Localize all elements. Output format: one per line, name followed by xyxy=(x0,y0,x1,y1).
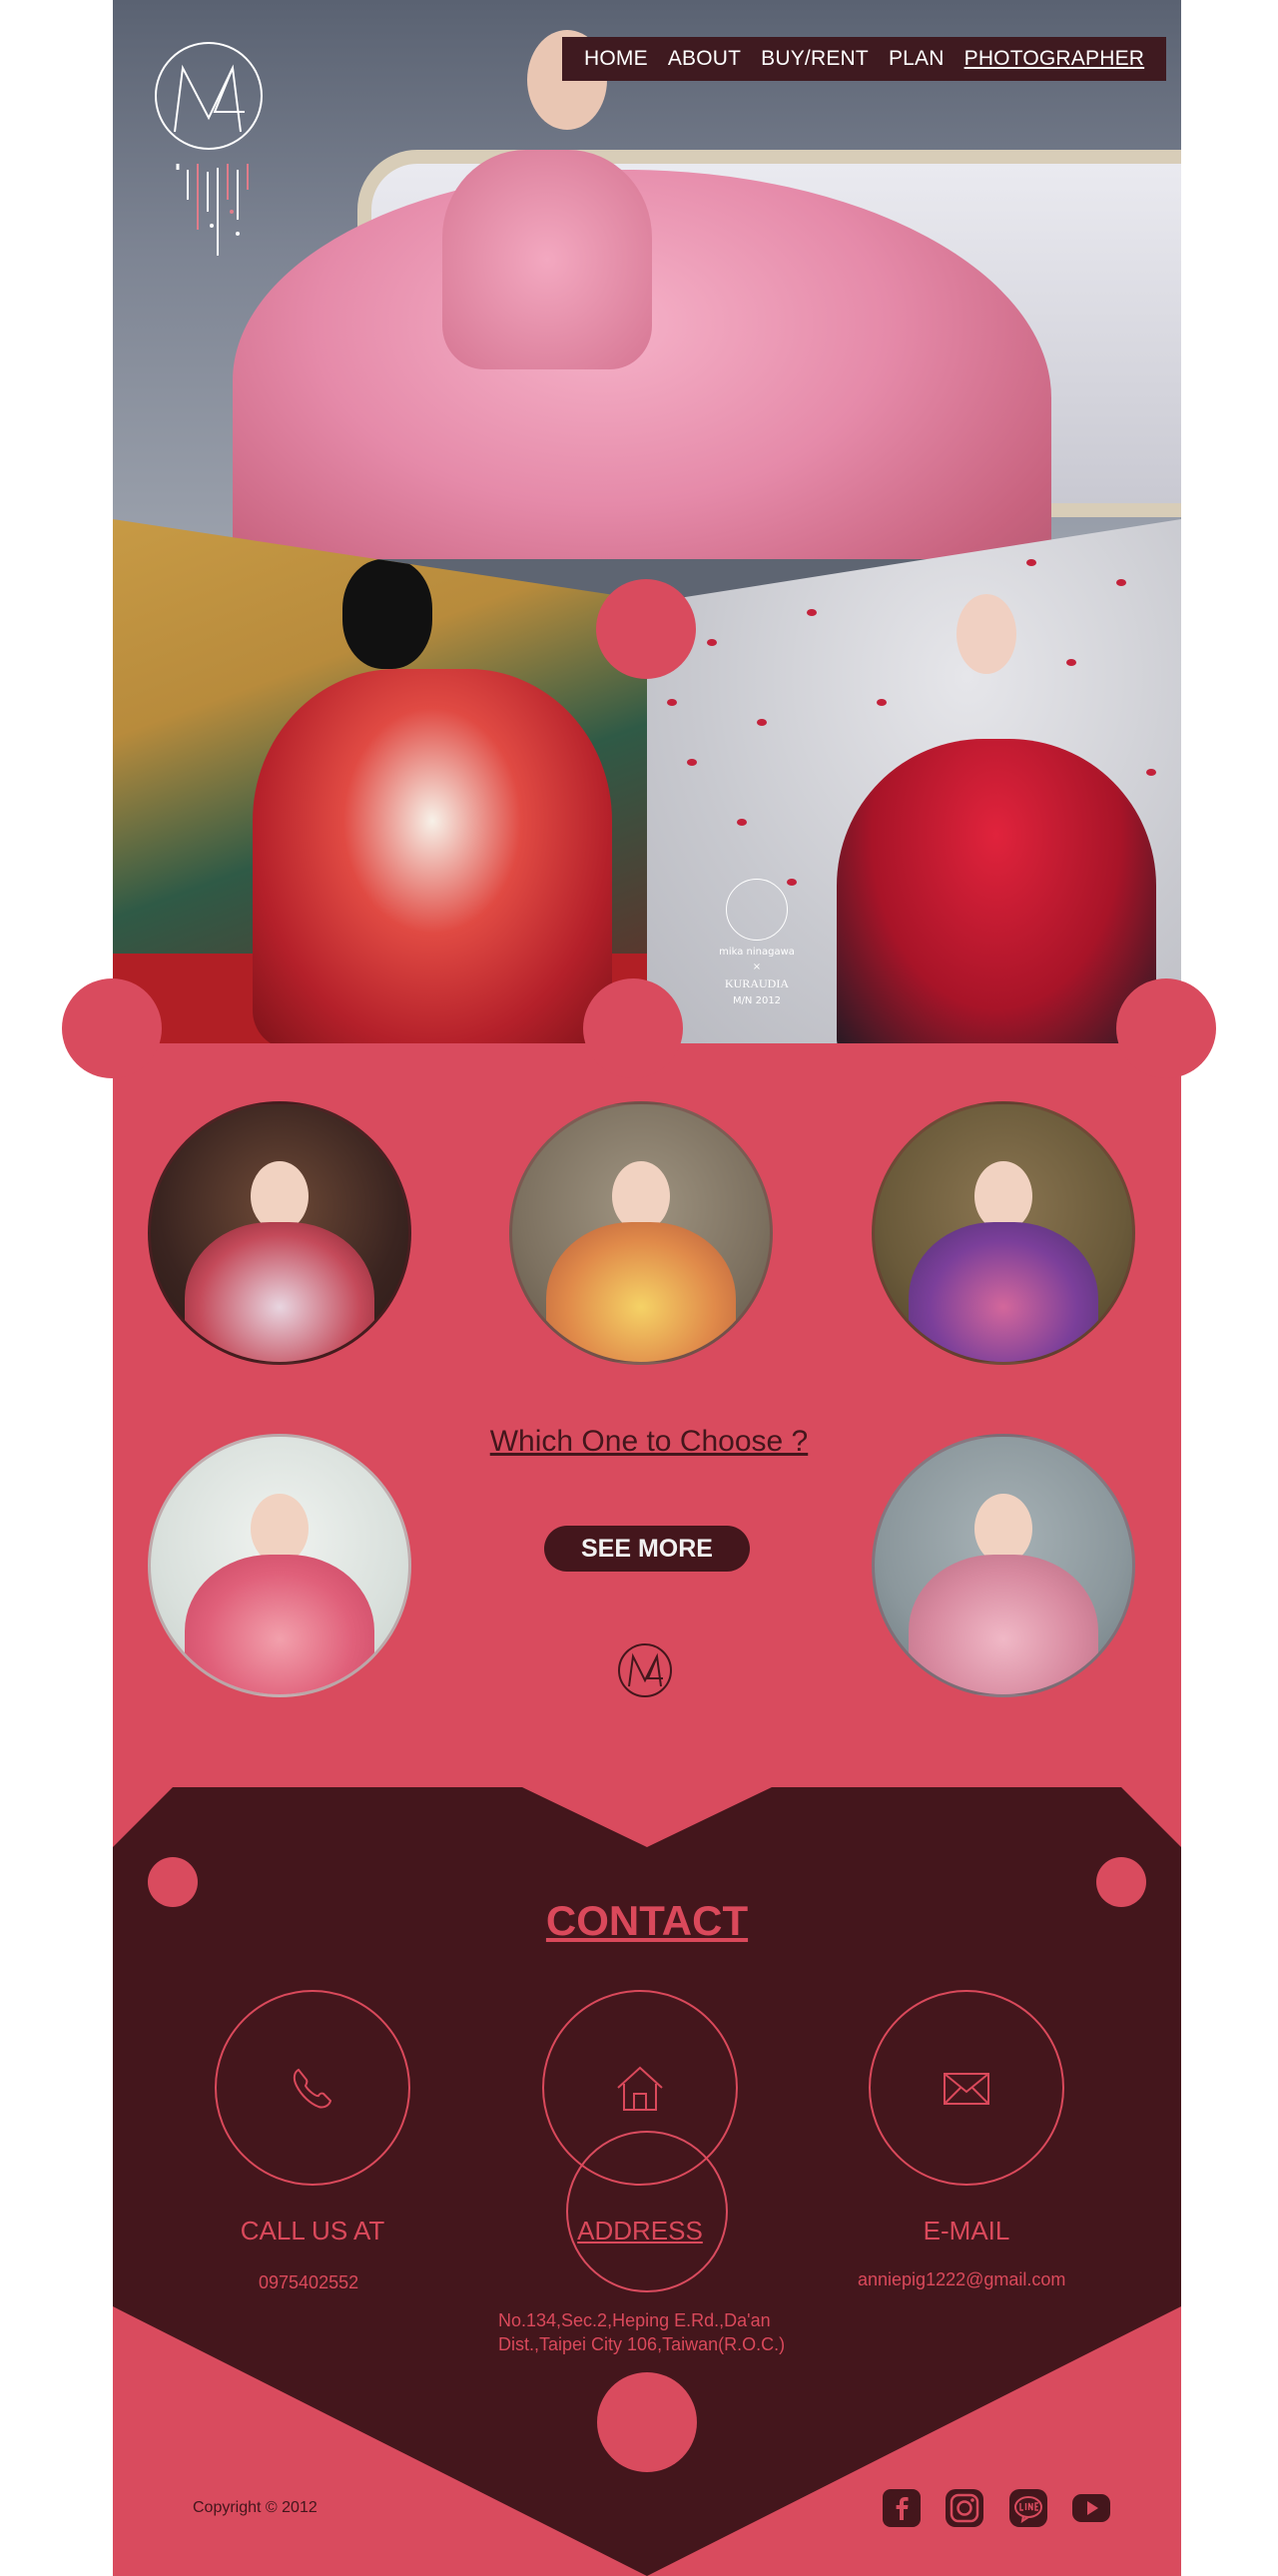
address-label: ADDRESS xyxy=(577,2216,703,2246)
address-line-2: Dist.,Taipei City 106,Taiwan(R.O.C.) xyxy=(498,2334,786,2354)
phone-icon xyxy=(293,2068,332,2109)
top-nav: HOME ABOUT BUY/RENT PLAN PHOTOGRAPHER xyxy=(562,37,1167,81)
center-bump-decoration xyxy=(583,978,683,1078)
brand-ring-logo xyxy=(726,879,788,941)
line-app-icon xyxy=(1009,2489,1047,2527)
right-ear-decoration xyxy=(1116,978,1216,1078)
phone-circle[interactable] xyxy=(215,1990,410,2186)
phone-value[interactable]: 0975402552 xyxy=(259,2272,358,2293)
instagram-link[interactable] xyxy=(945,2488,984,2528)
brand-times: × xyxy=(752,962,762,972)
address-circle[interactable] xyxy=(542,1990,738,2186)
contact-title: CONTACT xyxy=(545,1897,749,1944)
youtube-link[interactable] xyxy=(1071,2488,1111,2528)
hero-photo-kimono xyxy=(113,519,667,1043)
brand-name: mika ninagawa xyxy=(719,947,795,958)
gallery-title: Which One to Choose ? xyxy=(489,1425,809,1458)
nav-item-plan[interactable]: PLAN xyxy=(879,47,955,71)
nav-item-home[interactable]: HOME xyxy=(574,47,658,71)
brand-mini-logo xyxy=(618,1643,672,1697)
logo-drips-decoration xyxy=(176,164,249,256)
brand-overlay: mika ninagawa × KURAUDIA M/N 2012 xyxy=(712,879,802,1006)
email-value[interactable]: anniepig1222@gmail.com xyxy=(858,2269,1065,2290)
copyright: Copyright © 2012 xyxy=(193,2499,318,2516)
phone-label: CALL US AT xyxy=(240,2216,385,2246)
brand-line: M/N 2012 xyxy=(732,995,782,1006)
left-ear-decoration xyxy=(62,978,162,1078)
instagram-icon xyxy=(946,2489,983,2527)
gallery-portrait-3[interactable] xyxy=(872,1101,1135,1365)
nav-item-buy-rent[interactable]: BUY/RENT xyxy=(751,47,879,71)
youtube-icon xyxy=(1072,2494,1110,2522)
gallery-portrait-2[interactable] xyxy=(509,1101,773,1365)
hero-collage: mika ninagawa × KURAUDIA M/N 2012 HOME A… xyxy=(113,0,1181,1043)
facebook-link[interactable] xyxy=(882,2488,922,2528)
page: mika ninagawa × KURAUDIA M/N 2012 HOME A… xyxy=(113,0,1181,2576)
nav-item-about[interactable]: ABOUT xyxy=(658,47,751,71)
email-circle[interactable] xyxy=(869,1990,1064,2186)
facebook-icon xyxy=(883,2489,921,2527)
email-label: E-MAIL xyxy=(923,2216,1010,2246)
envelope-icon xyxy=(944,2073,989,2105)
hero-photo-pink-gown xyxy=(113,0,1181,559)
nav-item-photographer[interactable]: PHOTOGRAPHER xyxy=(955,47,1155,71)
address-line-1: No.134,Sec.2,Heping E.Rd.,Da'an xyxy=(498,2310,771,2330)
home-icon xyxy=(617,2066,663,2111)
gallery-portrait-1[interactable] xyxy=(148,1101,411,1365)
gallery-portrait-5[interactable] xyxy=(872,1434,1135,1697)
hero-center-dot xyxy=(596,579,696,679)
brand-logo[interactable] xyxy=(153,40,265,152)
line-link[interactable] xyxy=(1008,2488,1048,2528)
see-more-button[interactable]: SEE MORE xyxy=(544,1526,750,1572)
gallery-portrait-4[interactable] xyxy=(148,1434,411,1697)
brand-partner: KURAUDIA xyxy=(725,976,789,990)
